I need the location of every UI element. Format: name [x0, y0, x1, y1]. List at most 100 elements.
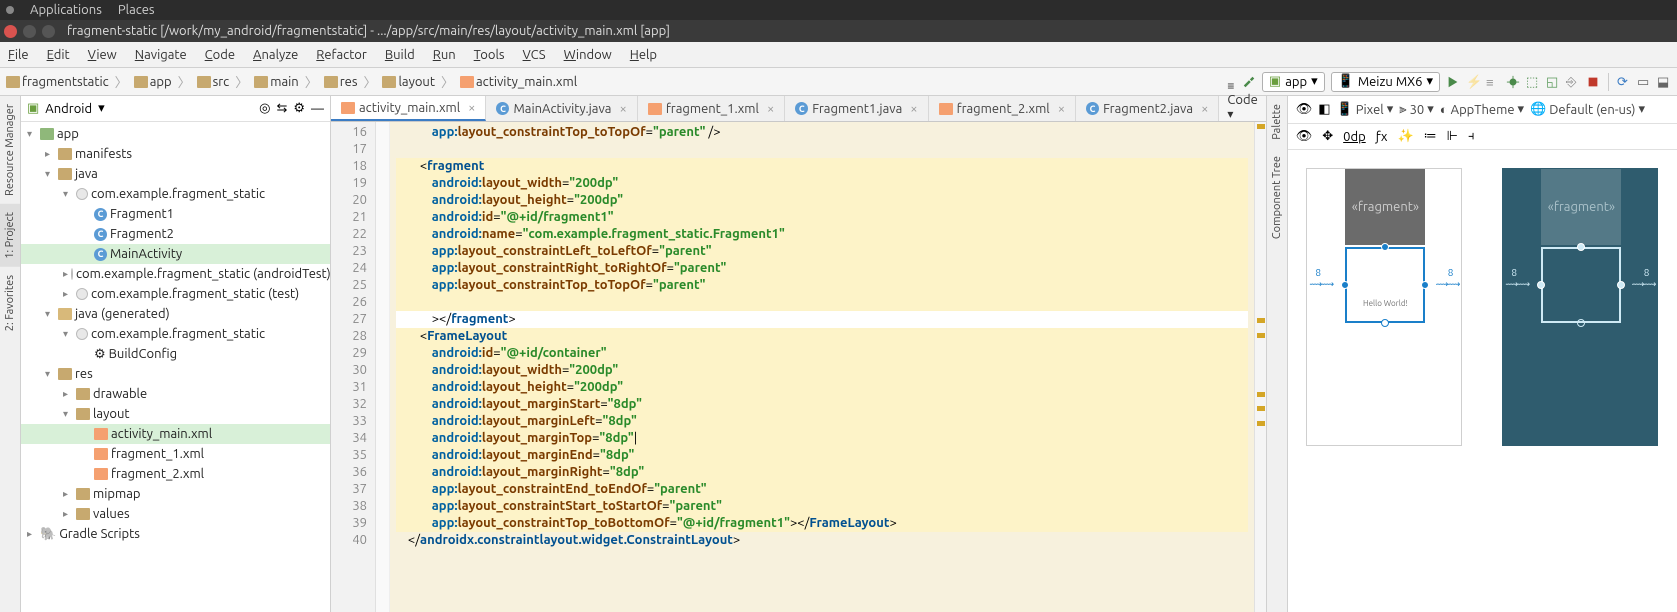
code-line-39[interactable]: app:layout_constraintTop_toBottomOf="@+i…: [396, 515, 1248, 532]
expand-arrow-icon[interactable]: ▸: [63, 388, 73, 400]
select-icon[interactable]: 👁: [1296, 129, 1313, 144]
fold-column[interactable]: [376, 122, 390, 612]
breadcrumb-activity_main-xml[interactable]: activity_main.xml: [460, 75, 577, 89]
code-line-17[interactable]: [396, 141, 1248, 158]
code-line-36[interactable]: android:layout_marginRight="8dp": [396, 464, 1248, 481]
theme-picker[interactable]: ◐ AppTheme ▾: [1440, 102, 1524, 117]
menu-window[interactable]: Window: [564, 48, 612, 62]
tree-fragment_2-xml[interactable]: fragment_2.xml: [21, 464, 330, 484]
code-line-29[interactable]: android:id="@+id/container": [396, 345, 1248, 362]
code-line-27[interactable]: ></fragment>: [396, 311, 1248, 328]
code-line-32[interactable]: android:layout_marginStart="8dp": [396, 396, 1248, 413]
orientation-icon[interactable]: ◧: [1318, 102, 1330, 117]
eye-icon[interactable]: 👁: [1296, 102, 1313, 117]
code-line-28[interactable]: <FrameLayout: [396, 328, 1248, 345]
wand-icon[interactable]: ✨: [1397, 129, 1413, 144]
collapse-icon[interactable]: ⇆: [276, 101, 287, 116]
menu-analyze[interactable]: Analyze: [253, 48, 298, 62]
os-applications[interactable]: Applications: [30, 3, 102, 17]
menu-view[interactable]: View: [88, 48, 117, 62]
framelayout-selection[interactable]: Hello World!: [1345, 247, 1425, 323]
expand-arrow-icon[interactable]: ▸: [63, 488, 73, 500]
guideline-icon[interactable]: ⊩: [1447, 129, 1458, 144]
expand-arrow-icon[interactable]: ▾: [27, 128, 37, 140]
expand-arrow-icon[interactable]: ▸: [63, 508, 73, 520]
code-line-37[interactable]: app:layout_constraintEnd_toEndOf="parent…: [396, 481, 1248, 498]
expand-arrow-icon[interactable]: ▾: [45, 368, 55, 380]
design-surface-light[interactable]: «fragment» Hello World! ⟿⟿ ⟿⟿ 8 8: [1306, 168, 1462, 446]
profiler-icon[interactable]: ◱: [1546, 75, 1560, 89]
locale-picker[interactable]: 🌐 Default (en-us) ▾: [1530, 102, 1645, 117]
handle-bottom[interactable]: [1381, 319, 1389, 327]
tree-fragment_1-xml[interactable]: fragment_1.xml: [21, 444, 330, 464]
close-tab-icon[interactable]: ×: [910, 102, 917, 116]
code-line-40[interactable]: </androidx.constraintlayout.widget.Const…: [396, 532, 1248, 549]
close-tab-icon[interactable]: ×: [620, 102, 627, 116]
breadcrumbs[interactable]: fragmentstatic〉app〉src〉main〉res〉layout〉a…: [6, 72, 1242, 91]
maximize-window-icon[interactable]: [42, 25, 55, 38]
code-line-31[interactable]: android:layout_height="200dp": [396, 379, 1248, 396]
code-line-38[interactable]: app:layout_constraintStart_toStartOf="pa…: [396, 498, 1248, 515]
expand-arrow-icon[interactable]: ▾: [63, 328, 73, 340]
code-line-23[interactable]: app:layout_constraintLeft_toLeftOf="pare…: [396, 243, 1248, 260]
close-tab-icon[interactable]: ×: [767, 102, 774, 116]
device-selector[interactable]: 📱 Meizu MX6 ▾: [1331, 72, 1440, 92]
tree-layout[interactable]: ▾layout: [21, 404, 330, 424]
sync-gradle-icon[interactable]: ⟳: [1617, 75, 1631, 89]
handle-bottom-bp[interactable]: [1577, 319, 1585, 327]
tree-res[interactable]: ▾res: [21, 364, 330, 384]
os-places[interactable]: Places: [118, 3, 155, 17]
tree-com-example-fragment_static[interactable]: ▾com.example.fragment_static: [21, 324, 330, 344]
expand-arrow-icon[interactable]: ▾: [63, 188, 73, 200]
code-line-16[interactable]: app:layout_constraintTop_toTopOf="parent…: [396, 124, 1248, 141]
blueprint-surface[interactable]: «fragment» ⟿⟿ ⟿⟿ 8 8: [1502, 168, 1658, 446]
code-line-35[interactable]: android:layout_marginEnd="8dp": [396, 447, 1248, 464]
tree-mainactivity[interactable]: CMainActivity: [21, 244, 330, 264]
tree-values[interactable]: ▸values: [21, 504, 330, 524]
tab-fragment_1-xml[interactable]: fragment_1.xml×: [638, 96, 785, 121]
menu-tools[interactable]: Tools: [474, 48, 505, 62]
handle-right-bp[interactable]: [1617, 281, 1625, 289]
minimize-window-icon[interactable]: [23, 25, 36, 38]
left-tab-2-favorites[interactable]: 2: Favorites: [0, 267, 20, 339]
code-line-19[interactable]: android:layout_width="200dp": [396, 175, 1248, 192]
tree-drawable[interactable]: ▸drawable: [21, 384, 330, 404]
expand-arrow-icon[interactable]: ▾: [63, 408, 73, 420]
fragment-placeholder-bp[interactable]: «fragment»: [1541, 169, 1621, 245]
menu-code[interactable]: Code: [205, 48, 235, 62]
stop-icon[interactable]: [1586, 75, 1600, 89]
close-tab-icon[interactable]: ×: [468, 101, 475, 115]
expand-arrow-icon[interactable]: ▾: [45, 308, 55, 320]
fragment-placeholder[interactable]: «fragment»: [1345, 169, 1425, 245]
tab-mainactivity-java[interactable]: CMainActivity.java×: [486, 96, 637, 121]
framelayout-selection-bp[interactable]: [1541, 247, 1621, 323]
code-line-33[interactable]: android:layout_marginLeft="8dp": [396, 413, 1248, 430]
tree-java-generated-[interactable]: ▾java (generated): [21, 304, 330, 324]
right-tab-palette[interactable]: Palette: [1267, 96, 1287, 148]
tree-app[interactable]: ▾app: [21, 124, 330, 144]
expand-arrow-icon[interactable]: ▸: [45, 148, 55, 160]
run-config-selector[interactable]: ▣ app ▾: [1262, 72, 1325, 92]
avd-manager-icon[interactable]: ▭: [1637, 75, 1651, 89]
tree-gradle-scripts[interactable]: ▸🐘Gradle Scripts: [21, 524, 330, 544]
code-line-30[interactable]: android:layout_width="200dp": [396, 362, 1248, 379]
tree-com-example-fragment_static-test-[interactable]: ▸com.example.fragment_static (test): [21, 284, 330, 304]
menu-file[interactable]: File: [8, 48, 29, 62]
menu-vcs[interactable]: VCS: [523, 48, 546, 62]
tab-fragment_2-xml[interactable]: fragment_2.xml×: [929, 96, 1076, 121]
device-picker[interactable]: 📱 Pixel ▾: [1337, 102, 1394, 117]
code-line-18[interactable]: <fragment: [396, 158, 1248, 175]
project-view-label[interactable]: Android: [45, 102, 92, 116]
menu-edit[interactable]: Edit: [47, 48, 70, 62]
left-tab-1-project[interactable]: 1: Project: [0, 204, 20, 267]
menu-build[interactable]: Build: [385, 48, 415, 62]
tree-buildconfig[interactable]: ⚙BuildConfig: [21, 344, 330, 364]
code-line-34[interactable]: android:layout_marginTop="8dp"|: [396, 430, 1248, 447]
menu-navigate[interactable]: Navigate: [135, 48, 187, 62]
left-tab-resource-manager[interactable]: Resource Manager: [0, 96, 20, 204]
default-margin[interactable]: 0dp: [1343, 130, 1366, 144]
expand-arrow-icon[interactable]: ▸: [63, 288, 73, 300]
attach-debugger-icon[interactable]: ⎆: [1566, 75, 1580, 89]
hide-icon[interactable]: —: [311, 102, 324, 116]
tree-manifests[interactable]: ▸manifests: [21, 144, 330, 164]
